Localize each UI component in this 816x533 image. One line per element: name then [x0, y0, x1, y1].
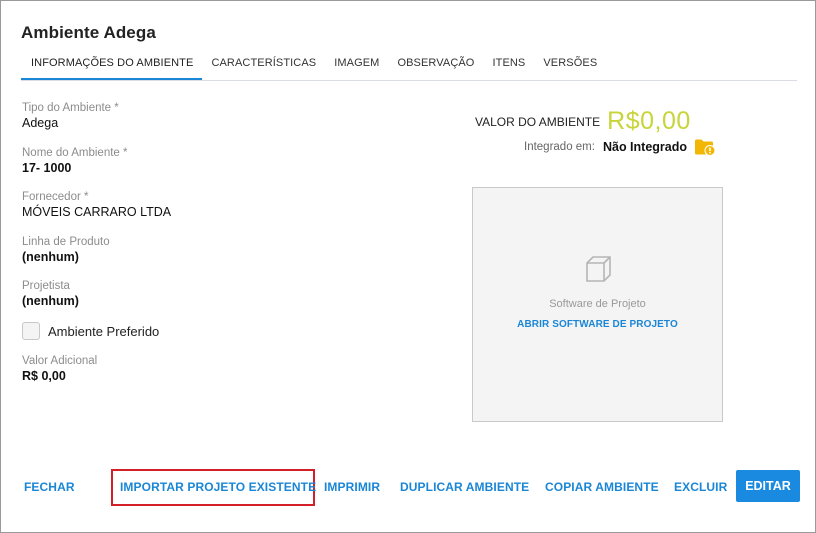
field-linha-label: Linha de Produto	[22, 236, 110, 248]
field-fornecedor: Fornecedor * MÓVEIS CARRARO LTDA	[22, 190, 171, 220]
field-linha: Linha de Produto (nenhum)	[22, 235, 110, 265]
field-tipo-value: Adega	[22, 116, 59, 130]
field-linha-value: (nenhum)	[22, 250, 79, 264]
valor-label: VALOR DO AMBIENTE	[475, 114, 601, 129]
tab-versoes[interactable]: VERSÕES	[534, 55, 606, 78]
field-fornecedor-value: MÓVEIS CARRARO LTDA	[22, 205, 172, 219]
field-nome-value: 17- 1000	[22, 161, 72, 175]
field-nome: Nome do Ambiente * 17- 1000	[22, 146, 127, 176]
tab-informacoes[interactable]: INFORMAÇÕES DO AMBIENTE	[21, 55, 203, 80]
preferido-checkbox[interactable]	[22, 322, 40, 340]
environment-dialog: Ambiente Adega INFORMAÇÕES DO AMBIENTE C…	[0, 0, 816, 533]
integrado-row: Integrado em: Não Integrado	[524, 138, 716, 156]
editar-button[interactable]: EDITAR	[736, 470, 800, 502]
valor-amount: R$0,00	[607, 107, 691, 135]
integrado-value: Não Integrado	[602, 140, 688, 154]
field-fornecedor-label: Fornecedor *	[22, 191, 89, 203]
valor-row: VALOR DO AMBIENTE R$0,00	[475, 107, 691, 136]
field-tipo: Tipo do Ambiente * Adega	[22, 101, 119, 131]
integrado-label: Integrado em:	[524, 141, 595, 153]
tab-imagem[interactable]: IMAGEM	[325, 55, 388, 78]
field-projetista-label: Projetista	[22, 280, 70, 292]
field-nome-label: Nome do Ambiente *	[22, 147, 128, 159]
duplicar-ambiente-button[interactable]: DUPLICAR AMBIENTE	[400, 480, 529, 494]
preferido-label: Ambiente Preferido	[48, 323, 160, 339]
software-label: Software de Projeto	[549, 298, 646, 310]
copiar-ambiente-button[interactable]: COPIAR AMBIENTE	[545, 480, 659, 494]
field-valor-adicional: Valor Adicional R$ 0,00	[22, 354, 97, 384]
excluir-button[interactable]: EXCLUIR	[674, 480, 727, 494]
project-software-panel: Software de Projeto ABRIR SOFTWARE DE PR…	[472, 187, 723, 422]
tab-observacao[interactable]: OBSERVAÇÃO	[388, 55, 483, 78]
importar-projeto-button[interactable]: IMPORTAR PROJETO EXISTENTE	[120, 480, 316, 494]
tab-caracteristicas[interactable]: CARACTERÍSTICAS	[202, 55, 325, 78]
fechar-button[interactable]: FECHAR	[24, 480, 75, 494]
dialog-title: Ambiente Adega	[21, 23, 156, 42]
field-projetista: Projetista (nenhum)	[22, 279, 79, 309]
field-valor-adicional-label: Valor Adicional	[22, 355, 98, 367]
field-tipo-label: Tipo do Ambiente *	[22, 102, 119, 114]
tab-itens[interactable]: ITENS	[483, 55, 534, 78]
preferido-row: Ambiente Preferido	[22, 322, 159, 340]
open-software-link[interactable]: ABRIR SOFTWARE DE PROJETO	[473, 319, 722, 330]
field-projetista-value: (nenhum)	[22, 294, 79, 308]
folder-sync-icon[interactable]	[694, 138, 716, 156]
cube-icon	[583, 254, 613, 284]
imprimir-button[interactable]: IMPRIMIR	[324, 480, 380, 494]
tab-bar: INFORMAÇÕES DO AMBIENTE CARACTERÍSTICAS …	[21, 55, 797, 81]
field-valor-adicional-value: R$ 0,00	[22, 369, 66, 383]
